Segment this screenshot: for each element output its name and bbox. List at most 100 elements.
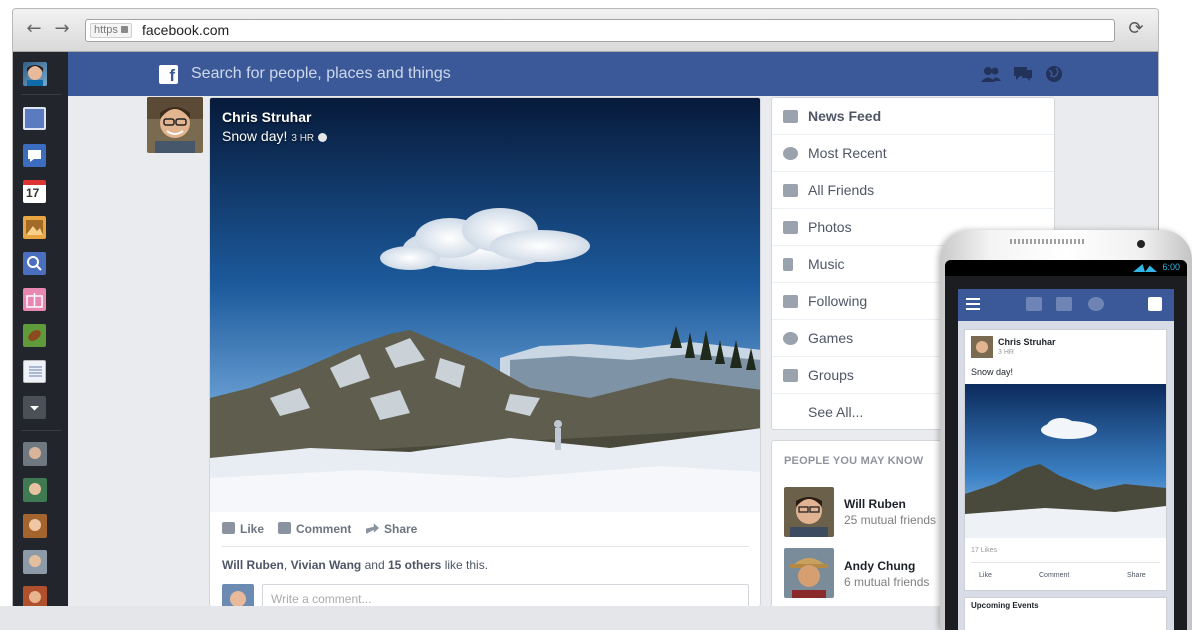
like-button[interactable]: Like [222,521,264,538]
post-divider [222,546,749,547]
forward-arrow-icon[interactable]: → [53,20,71,38]
post-photo[interactable]: Chris Struhar Snow day! 3 HR [210,98,760,512]
music-note-icon [783,258,793,271]
sidebar-divider [21,430,61,431]
mobile-post-avatar[interactable] [971,336,993,358]
person-photo [784,548,834,598]
photos-app-icon[interactable] [23,216,46,239]
facebook-logo-icon[interactable]: f [159,65,178,85]
groups-icon [783,369,798,382]
sidebar-divider [21,94,61,95]
friends-icon [783,184,798,197]
lock-icon [120,25,128,33]
notifications-globe-icon[interactable] [1043,64,1065,84]
mobile-snowy-mountain-photo [965,384,1166,538]
person-avatar[interactable] [784,548,834,598]
liker-name[interactable]: Will Ruben [222,558,284,572]
status-time: 6:00 [1162,262,1180,272]
likes-and: and [364,558,385,572]
pymk-title: PEOPLE YOU MAY KNOW [784,455,924,467]
search-icon [27,256,42,271]
messages-icon[interactable] [1012,64,1034,84]
like-label: Like [240,522,265,536]
photos-icon [783,221,798,234]
reload-icon[interactable]: ⟳ [1126,19,1146,39]
friend-avatar[interactable] [23,550,47,574]
mobile-post-author[interactable]: Chris Struhar [998,337,1056,347]
gift-app-icon[interactable] [23,288,46,311]
clock-icon [783,147,798,160]
mutual-friends[interactable]: 25 mutual friends [844,513,936,527]
comment-label: Comment [296,522,352,536]
friend-avatar[interactable] [23,514,47,538]
snowy-mountain-photo [210,98,760,512]
mobile-likes-count[interactable]: 17 Likes [971,547,997,554]
search-app-icon[interactable] [23,252,46,275]
url-text[interactable]: facebook.com [142,22,229,39]
mobile-post-photo[interactable] [965,384,1166,538]
games-app-icon[interactable] [23,324,46,347]
friend-avatar[interactable] [23,442,47,466]
status-bar: 6:00 [945,260,1187,276]
menu-icon[interactable] [966,298,980,310]
post-author-avatar[interactable] [147,97,203,153]
nav-item-label: Following [808,293,868,309]
friend-requests-icon[interactable] [980,64,1002,84]
upcoming-events-title[interactable]: Upcoming Events [971,601,1039,610]
post-author-name[interactable]: Chris Struhar [222,109,311,126]
news-feed-app-icon[interactable] [23,107,46,130]
person-name[interactable]: Andy Chung [844,559,915,573]
liker-name[interactable]: Vivian Wang [291,558,362,572]
post-message: Snow day! [222,128,288,144]
messages-app-icon[interactable] [23,144,46,167]
https-badge: https [90,23,132,38]
mobile-post-divider [971,562,1160,563]
friend-avatar[interactable] [23,478,47,502]
phone-speaker [1010,239,1086,244]
likes-others-link[interactable]: 15 others [388,558,441,572]
nav-item-label: Groups [808,367,854,383]
nav-item-label: News Feed [808,108,882,124]
profile-avatar[interactable] [23,62,47,86]
nav-item-news-feed[interactable]: News Feed [772,98,1054,135]
nav-item-all-friends[interactable]: All Friends [772,172,1054,209]
mutual-friends[interactable]: 6 mutual friends [844,575,929,589]
person-name[interactable]: Will Ruben [844,497,906,511]
more-apps-button[interactable] [23,396,46,419]
friend-list-icon[interactable] [1148,297,1162,311]
messages-icon[interactable] [1056,297,1072,311]
rss-icon [783,295,798,308]
share-label: Share [384,522,418,536]
nav-item-label: Music [808,256,845,272]
person-avatar[interactable] [784,487,834,537]
post-timestamp[interactable]: 3 HR [291,133,314,144]
nav-item-label: All Friends [808,182,875,198]
mobile-post-time: 3 HR [998,349,1014,356]
football-icon [28,330,41,341]
globe-icon[interactable] [1088,297,1104,311]
friend-avatar[interactable] [23,586,47,607]
comment-input[interactable]: Write a comment... [262,584,749,606]
likes-comma: , [283,558,288,572]
friends-icon[interactable] [1026,297,1042,311]
events-calendar-icon[interactable]: 17 [23,180,46,203]
share-button[interactable]: Share [366,521,417,538]
post-author-photo [147,97,203,153]
comment-icon [278,522,291,534]
news-feed-post: Chris Struhar Snow day! 3 HR Like Comment… [209,97,761,607]
comment-button[interactable]: Comment [278,521,351,538]
search-input[interactable]: Search for people, places and things [191,64,451,84]
gift-icon [26,293,43,308]
likes-suffix: like this. [444,558,489,572]
address-bar[interactable]: https facebook.com [85,19,1115,42]
mobile-like-button[interactable]: Like [979,572,992,579]
notes-app-icon[interactable] [23,360,46,383]
commenter-avatar-image [222,584,254,606]
mobile-post: Chris Struhar 3 HR Snow day! 17 Likes Li… [964,329,1167,591]
friend-avatar-image [29,555,41,567]
nav-item-most-recent[interactable]: Most Recent [772,135,1054,172]
mobile-comment-button[interactable]: Comment [1039,572,1069,579]
back-arrow-icon[interactable]: ← [25,20,43,38]
profile-avatar-image [27,65,43,86]
mobile-share-button[interactable]: Share [1127,572,1146,579]
